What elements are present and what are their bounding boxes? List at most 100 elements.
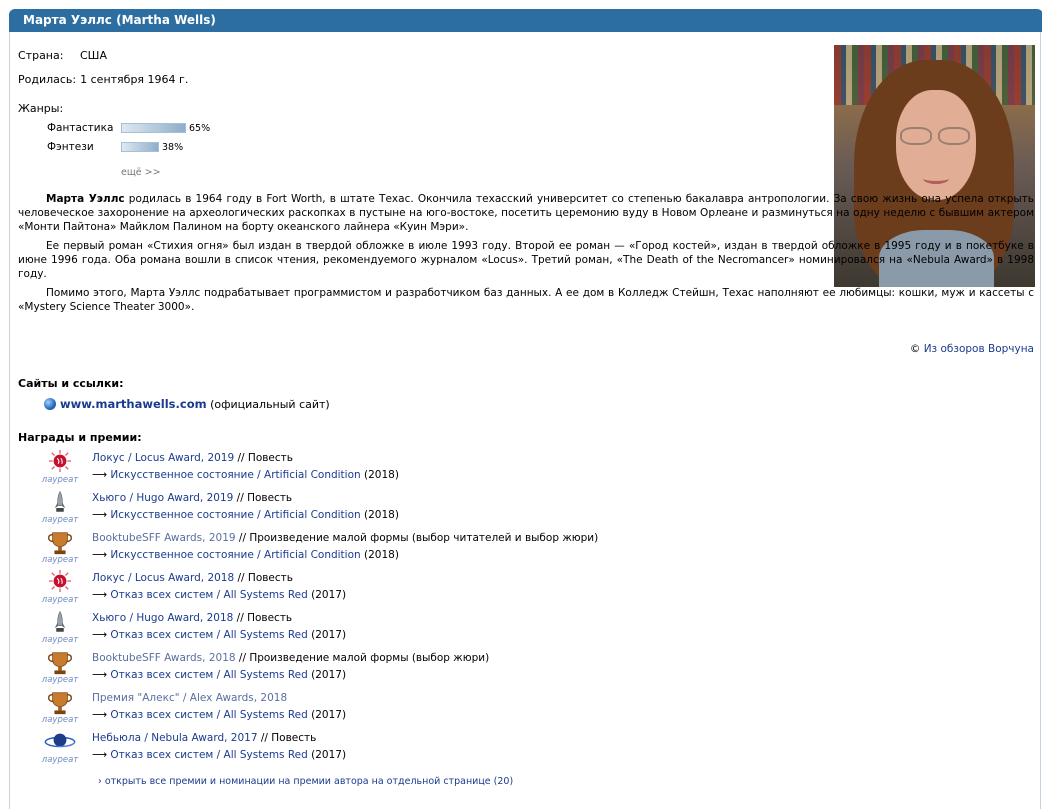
award-link[interactable]: Хьюго / Hugo Award, 2019 xyxy=(92,492,233,504)
photo-glasses-right xyxy=(938,127,970,145)
author-biography: Марта Уэллс родилась в 1964 году в Fort … xyxy=(18,192,1034,319)
work-link[interactable]: Искусственное состояние / Artificial Con… xyxy=(110,549,360,561)
arrow-icon: ⟶ xyxy=(92,589,108,601)
genres-label: Жанры: xyxy=(18,102,64,115)
award-work-line: ⟶ Отказ всех систем / All Systems Red (2… xyxy=(92,709,346,721)
arrow-icon: ⟶ xyxy=(92,509,108,521)
photo-glasses-left xyxy=(900,127,932,145)
award-work-line: ⟶ Отказ всех систем / All Systems Red (2… xyxy=(92,629,346,641)
genres-more-link[interactable]: ещё >> xyxy=(121,167,161,178)
award-title-line: Хьюго / Hugo Award, 2019 // Повесть xyxy=(92,492,292,504)
bio-source: © Из обзоров Ворчуна xyxy=(910,343,1034,355)
award-category: // Повесть xyxy=(234,572,293,584)
arrow-icon: ⟶ xyxy=(92,749,108,761)
work-link[interactable]: Отказ всех систем / All Systems Red xyxy=(110,749,307,761)
work-year: (2017) xyxy=(311,709,347,721)
award-work-line: ⟶ Отказ всех систем / All Systems Red (2… xyxy=(92,669,346,681)
award-link[interactable]: Небьюла / Nebula Award, 2017 xyxy=(92,732,258,744)
award-title-line: BooktubeSFF Awards, 2019 // Произведение… xyxy=(92,532,598,544)
genre-percent: 65% xyxy=(189,123,211,134)
award-work-line: ⟶ Искусственное состояние / Artificial C… xyxy=(92,509,399,521)
born-row: Родилась: 1 сентября 1964 г. xyxy=(18,73,188,86)
born-label: Родилась: xyxy=(18,73,77,86)
official-site-link[interactable]: www.marthawells.com xyxy=(60,397,207,411)
work-link[interactable]: Отказ всех систем / All Systems Red xyxy=(110,589,307,601)
bio-text: родилась в 1964 году в Fort Worth, в шта… xyxy=(18,193,1034,233)
author-title: Марта Уэллс (Martha Wells) xyxy=(9,9,1042,32)
genre-name[interactable]: Фэнтези xyxy=(47,140,121,154)
work-link[interactable]: Искусственное состояние / Artificial Con… xyxy=(110,509,360,521)
award-title-line: Локус / Locus Award, 2019 // Повесть xyxy=(92,452,293,464)
arrow-icon: ⟶ xyxy=(92,549,108,561)
award-link[interactable]: Премия "Алекс" / Alex Awards, 2018 xyxy=(92,692,287,704)
copyright-sign: © xyxy=(909,343,921,355)
award-link[interactable]: Хьюго / Hugo Award, 2018 xyxy=(92,612,233,624)
bio-author-name: Марта Уэллс xyxy=(46,193,125,205)
genre-percent: 38% xyxy=(162,142,184,153)
work-year: (2017) xyxy=(311,629,347,641)
award-title-line: BooktubeSFF Awards, 2018 // Произведение… xyxy=(92,652,489,664)
award-work-line: ⟶ Отказ всех систем / All Systems Red (2… xyxy=(92,749,346,761)
country-value: США xyxy=(80,49,107,62)
genre-row[interactable]: Фантастика 65% xyxy=(47,121,210,135)
award-category: // Произведение малой формы (выбор читат… xyxy=(235,532,599,544)
award-title-line: Хьюго / Hugo Award, 2018 // Повесть xyxy=(92,612,292,624)
award-row: лауреат Премия "Алекс" / Alex Awards, 201… xyxy=(40,690,690,726)
arrow-icon: ⟶ xyxy=(92,709,108,721)
laureate-label: лауреат xyxy=(41,475,79,485)
work-link[interactable]: Отказ всех систем / All Systems Red xyxy=(110,629,307,641)
laureate-label: лауреат xyxy=(41,715,79,725)
genre-row[interactable]: Фэнтези 38% xyxy=(47,140,183,154)
laureate-label: лауреат xyxy=(41,635,79,645)
work-year: (2017) xyxy=(311,589,347,601)
genre-bar xyxy=(121,123,186,133)
awards-heading: Награды и премии: xyxy=(18,431,142,444)
award-row: лауреат Локус / Locus Award, 2018 // Пове… xyxy=(40,570,690,606)
arrow-icon: ⟶ xyxy=(92,669,108,681)
award-row: лауреат Хьюго / Hugo Award, 2018 // Повес… xyxy=(40,610,690,646)
award-category: // Повесть xyxy=(257,732,317,744)
award-link[interactable]: Локус / Locus Award, 2019 xyxy=(92,452,234,464)
award-title-line: Локус / Locus Award, 2018 // Повесть xyxy=(92,572,293,584)
award-row: лауреат Хьюго / Hugo Award, 2019 // Повес… xyxy=(40,490,690,526)
globe-icon xyxy=(44,398,56,410)
author-content: Страна: США Родилась: 1 сентября 1964 г. Ж… xyxy=(10,32,1040,812)
award-category: // Повесть xyxy=(234,452,293,464)
laureate-label: лауреат xyxy=(41,515,79,525)
arrow-icon: ⟶ xyxy=(92,469,108,481)
award-work-line: ⟶ Отказ всех систем / All Systems Red (2… xyxy=(92,589,346,601)
award-title-line: Премия "Алекс" / Alex Awards, 2018 xyxy=(92,692,287,704)
laureate-label: лауреат xyxy=(41,755,79,765)
bio-source-link[interactable]: Из обзоров Ворчуна xyxy=(924,343,1034,355)
all-awards-link-row: › открыть все премии и номинации на прем… xyxy=(98,776,513,787)
award-row: лауреат Небьюла / Nebula Award, 2017 // П… xyxy=(40,730,690,766)
award-link[interactable]: Локус / Locus Award, 2018 xyxy=(92,572,234,584)
award-link[interactable]: BooktubeSFF Awards, 2018 xyxy=(92,652,236,664)
all-awards-link[interactable]: › открыть все премии и номинации на прем… xyxy=(98,776,513,787)
genre-name[interactable]: Фантастика xyxy=(47,121,121,135)
work-year: (2017) xyxy=(311,749,347,761)
award-title-line: Небьюла / Nebula Award, 2017 // Повесть xyxy=(92,732,316,744)
country-label: Страна: xyxy=(18,49,64,62)
site-note: (официальный сайт) xyxy=(210,398,330,411)
site-row: www.marthawells.com (официальный сайт) xyxy=(44,397,330,411)
work-link[interactable]: Отказ всех систем / All Systems Red xyxy=(110,709,307,721)
award-row: лауреат Локус / Locus Award, 2019 // Пове… xyxy=(40,450,690,486)
laureate-label: лауреат xyxy=(41,555,79,565)
laureate-label: лауреат xyxy=(41,595,79,605)
author-panel: Марта Уэллс (Martha Wells) Страна: США Ро… xyxy=(9,9,1042,812)
laureate-label: лауреат xyxy=(41,675,79,685)
work-year: (2017) xyxy=(311,669,347,681)
work-link[interactable]: Искусственное состояние / Artificial Con… xyxy=(110,469,360,481)
work-year: (2018) xyxy=(364,549,399,561)
award-category: // Повесть xyxy=(233,492,293,504)
photo-smile xyxy=(923,173,949,184)
country-row: Страна: США xyxy=(18,49,107,62)
award-work-line: ⟶ Искусственное состояние / Artificial C… xyxy=(92,469,399,481)
award-category: // Произведение малой формы (выбор жюри) xyxy=(235,652,490,664)
work-link[interactable]: Отказ всех систем / All Systems Red xyxy=(110,669,307,681)
award-link[interactable]: BooktubeSFF Awards, 2019 xyxy=(92,532,236,544)
award-work-line: ⟶ Искусственное состояние / Artificial C… xyxy=(92,549,399,561)
work-year: (2018) xyxy=(364,509,399,521)
bio-paragraph: Ее первый роман «Стихия огня» был издан … xyxy=(18,240,1034,280)
